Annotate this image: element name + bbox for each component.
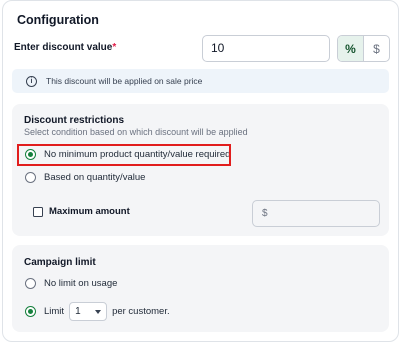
discount-value-input[interactable]: 10 [202, 35, 330, 62]
radio-no-limit[interactable] [25, 278, 36, 289]
percent-toggle-button[interactable]: % [338, 36, 363, 61]
required-mark: * [112, 42, 117, 53]
restrictions-subtitle: Select condition based on which discount… [24, 127, 248, 137]
per-customer-label: per customer. [112, 306, 170, 317]
info-banner: i This discount will be applied on sale … [12, 69, 389, 93]
radio-based-on-quantity[interactable] [25, 172, 36, 183]
limit-option[interactable]: Limit 1 per customer. [25, 302, 170, 321]
highlight-box [17, 144, 231, 166]
maximum-amount-label: Maximum amount [49, 206, 130, 217]
campaign-limit-title: Campaign limit [24, 257, 96, 268]
maximum-amount-checkbox[interactable] [33, 207, 43, 217]
campaign-limit-section: Campaign limit No limit on usage Limit 1… [12, 245, 389, 332]
based-on-quantity-option[interactable]: Based on quantity/value [25, 172, 145, 183]
no-limit-label: No limit on usage [44, 278, 118, 289]
info-icon: i [26, 75, 37, 87]
limit-label: Limit [44, 306, 65, 317]
info-text: This discount will be applied on sale pr… [46, 76, 203, 86]
maximum-amount-input[interactable]: $ [252, 200, 380, 227]
based-on-quantity-label: Based on quantity/value [44, 172, 146, 183]
discount-value-label-text: Enter discount value [14, 42, 113, 53]
limit-count-select[interactable]: 1 [69, 302, 108, 321]
chevron-down-icon [95, 309, 102, 314]
card-title: Configuration [17, 13, 99, 27]
dollar-toggle-button[interactable]: $ [363, 36, 389, 61]
radio-limit[interactable] [25, 306, 36, 317]
no-limit-option[interactable]: No limit on usage [25, 278, 117, 289]
discount-value-label: Enter discount value* [14, 42, 116, 53]
discount-type-toggle: % $ [337, 35, 390, 62]
restrictions-title: Discount restrictions [24, 115, 125, 126]
limit-count-value: 1 [75, 306, 81, 317]
